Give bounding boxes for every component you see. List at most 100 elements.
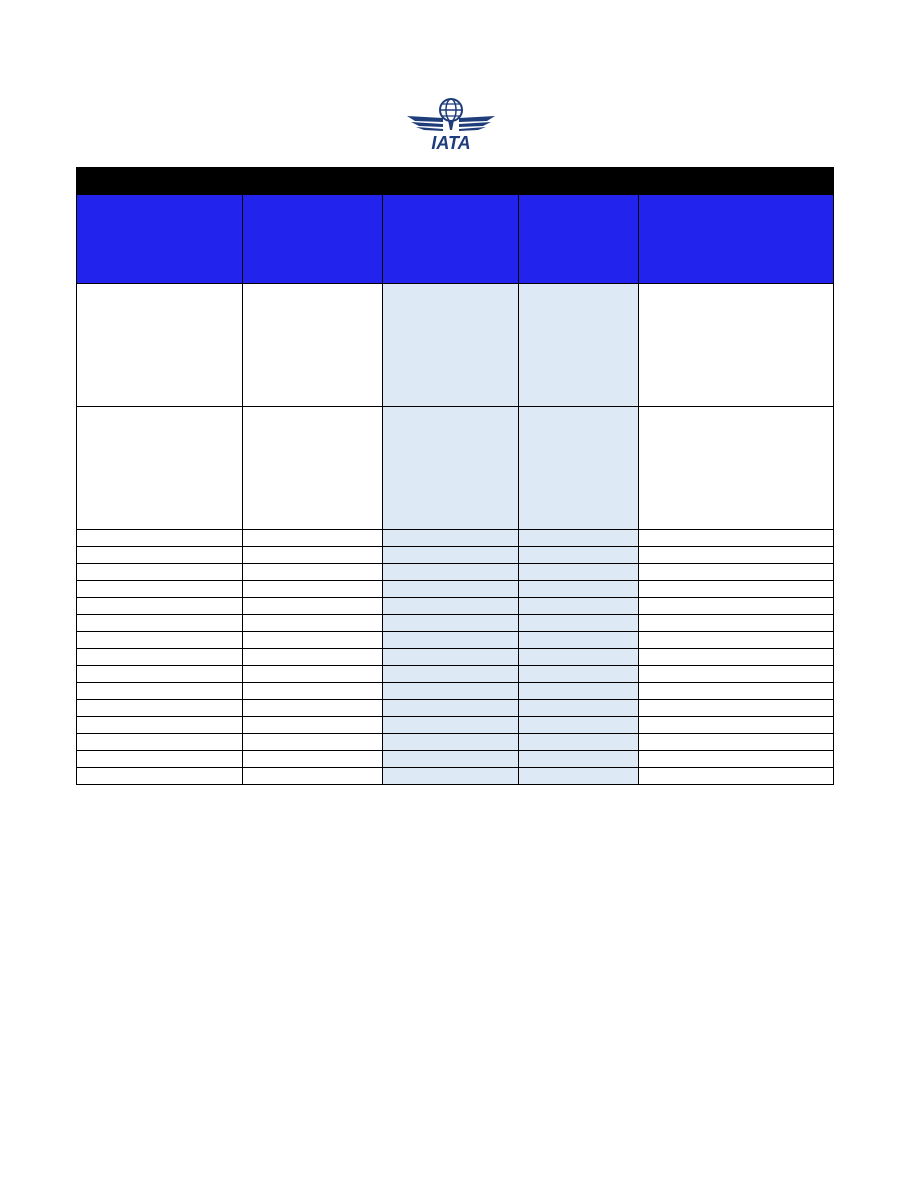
table-row xyxy=(76,648,835,666)
table-row xyxy=(76,716,835,734)
table-cell xyxy=(637,682,835,700)
table-cell xyxy=(637,563,835,581)
table-cell xyxy=(637,750,835,768)
svg-text:IATA: IATA xyxy=(431,133,470,152)
table-cell xyxy=(637,406,835,530)
table-cell xyxy=(637,529,835,547)
table-cell xyxy=(382,665,519,683)
table-cell xyxy=(242,283,383,407)
table-cell xyxy=(637,631,835,649)
table-cell xyxy=(382,546,519,564)
column-header xyxy=(76,194,243,284)
table-cell xyxy=(242,614,383,632)
table-cell xyxy=(76,631,243,649)
table-cell xyxy=(518,546,639,564)
table-cell xyxy=(637,716,835,734)
table-row xyxy=(76,631,835,649)
table-cell xyxy=(76,614,243,632)
table-cell xyxy=(637,580,835,598)
table-cell xyxy=(637,733,835,751)
table-cell xyxy=(637,597,835,615)
table-cell xyxy=(76,563,243,581)
table-cell xyxy=(242,406,383,530)
table-cell xyxy=(242,546,383,564)
table-cell xyxy=(518,665,639,683)
table-row xyxy=(76,563,835,581)
table-cell xyxy=(637,767,835,785)
table-cell xyxy=(242,648,383,666)
table-cell xyxy=(637,665,835,683)
table-cell xyxy=(76,529,243,547)
table-cell xyxy=(242,733,383,751)
table-cell xyxy=(76,597,243,615)
table-cell xyxy=(382,614,519,632)
table-cell xyxy=(382,580,519,598)
table-cell xyxy=(382,767,519,785)
table-row xyxy=(76,665,835,683)
column-header xyxy=(637,194,835,284)
table-row xyxy=(76,750,835,768)
table-cell xyxy=(382,699,519,717)
table-cell xyxy=(382,682,519,700)
table-cell xyxy=(518,597,639,615)
table-cell xyxy=(242,750,383,768)
table-cell xyxy=(518,614,639,632)
table-cell xyxy=(382,406,519,530)
table-cell xyxy=(518,750,639,768)
table-cell xyxy=(382,733,519,751)
table-cell xyxy=(382,716,519,734)
table-cell xyxy=(518,563,639,581)
table-cell xyxy=(637,283,835,407)
table-cell xyxy=(518,283,639,407)
table-cell xyxy=(382,563,519,581)
table-cell xyxy=(76,750,243,768)
table-cell xyxy=(242,580,383,598)
table-cell xyxy=(76,406,243,530)
table-cell xyxy=(76,733,243,751)
table-row xyxy=(76,406,835,530)
table-cell xyxy=(518,648,639,666)
table-cell xyxy=(242,699,383,717)
table-cell xyxy=(242,631,383,649)
table-cell xyxy=(242,665,383,683)
table-cell xyxy=(518,699,639,717)
data-table xyxy=(75,167,835,785)
table-row xyxy=(76,614,835,632)
table-row xyxy=(76,546,835,564)
table-cell xyxy=(242,529,383,547)
table-cell xyxy=(76,580,243,598)
table-cell xyxy=(382,750,519,768)
table-cell xyxy=(518,406,639,530)
table-title-row xyxy=(75,167,835,195)
table-cell xyxy=(518,682,639,700)
table-cell xyxy=(242,682,383,700)
table-row xyxy=(76,733,835,751)
table-row xyxy=(76,767,835,785)
table-cell xyxy=(242,767,383,785)
table-row xyxy=(76,597,835,615)
column-header xyxy=(518,194,639,284)
table-cell xyxy=(382,283,519,407)
table-title xyxy=(75,167,835,195)
table-cell xyxy=(637,546,835,564)
table-cell xyxy=(637,648,835,666)
iata-logo-graphic: IATA xyxy=(407,98,495,152)
table-cell xyxy=(76,648,243,666)
table-cell xyxy=(382,529,519,547)
table-cell xyxy=(76,283,243,407)
table-cell xyxy=(637,614,835,632)
table-cell xyxy=(76,716,243,734)
table-cell xyxy=(518,733,639,751)
column-header xyxy=(242,194,383,284)
table-row xyxy=(76,699,835,717)
iata-logo: IATA xyxy=(405,96,497,152)
table-cell xyxy=(382,648,519,666)
table-cell xyxy=(518,529,639,547)
table-row xyxy=(76,682,835,700)
column-header xyxy=(382,194,519,284)
table-cell xyxy=(242,597,383,615)
table-cell xyxy=(518,580,639,598)
table-cell xyxy=(518,716,639,734)
table-cell xyxy=(242,563,383,581)
table-cell xyxy=(76,546,243,564)
